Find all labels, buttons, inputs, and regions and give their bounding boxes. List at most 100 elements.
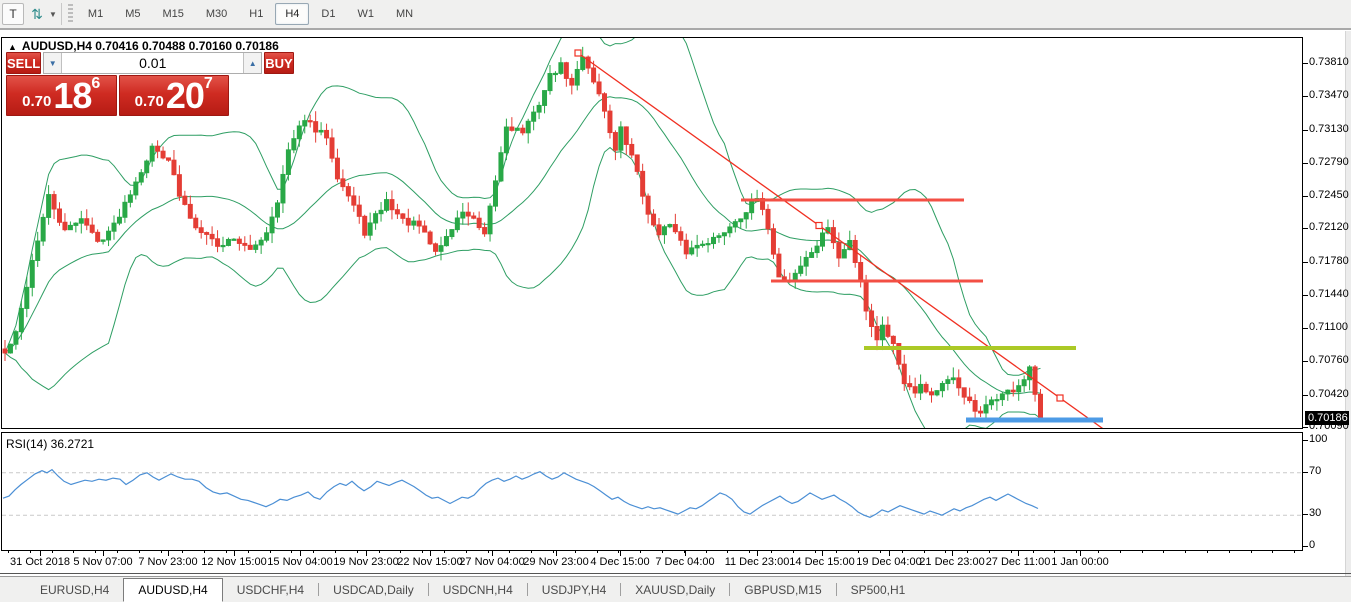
axis-tick (1011, 551, 1012, 553)
dropdown-caret-icon[interactable]: ▼ (49, 10, 57, 19)
axis-tick (1033, 551, 1034, 553)
axis-tick (335, 551, 336, 553)
tab-xauusd-daily[interactable]: XAUUSD,Daily (621, 577, 729, 602)
time-axis-label: 22 Nov 15:00 (397, 556, 463, 568)
axis-tick (488, 551, 489, 553)
time-axis-label: 4 Dec 15:00 (590, 556, 650, 568)
time-axis-label: 11 Dec 23:00 (724, 556, 790, 568)
timeframe-button-group: M1 M5 M15 M30 H1 H4 D1 W1 MN (77, 3, 424, 25)
axis-tick (989, 551, 990, 553)
axis-tick (1080, 551, 1081, 556)
axis-tick (161, 551, 162, 553)
window-right-edge (1345, 31, 1351, 602)
axis-tick (270, 551, 271, 553)
arrange-arrows-icon[interactable]: ⇅ (26, 3, 48, 25)
axis-tick (727, 551, 728, 553)
axis-tick (531, 551, 532, 553)
axis-tick (1303, 394, 1308, 396)
volume-increase-button[interactable]: ▲ (244, 53, 262, 73)
tab-usdchf-h4[interactable]: USDCHF,H4 (223, 577, 318, 602)
axis-tick (1120, 551, 1121, 553)
axis-tick (1163, 551, 1164, 553)
time-axis-label: 1 Jan 00:00 (1051, 556, 1109, 568)
sell-button[interactable]: SELL (6, 52, 42, 74)
axis-tick (1018, 551, 1019, 556)
axis-tick (95, 551, 96, 553)
rsi-value-label: RSI(14) 36.2721 (6, 437, 95, 451)
rsi-axis-label: 70 (1309, 464, 1322, 477)
axis-tick (771, 551, 772, 553)
axis-tick (1185, 551, 1186, 553)
axis-tick (815, 551, 816, 553)
axis-tick (226, 551, 227, 553)
timeframe-button-h1[interactable]: H1 (239, 3, 273, 25)
axis-tick (640, 551, 641, 553)
timeframe-button-w1[interactable]: W1 (347, 3, 384, 25)
tab-audusd-h4[interactable]: AUDUSD,H4 (123, 578, 223, 602)
tab-usdcnh-h4[interactable]: USDCNH,H4 (429, 577, 527, 602)
axis-tick (466, 551, 467, 553)
time-axis-label: 19 Nov 23:00 (333, 556, 399, 568)
rsi-indicator-pane[interactable] (1, 432, 1303, 551)
timeframe-button-m15[interactable]: M15 (152, 3, 193, 25)
collapse-panel-icon[interactable]: ▲ (8, 42, 17, 52)
timeframe-button-mn[interactable]: MN (386, 3, 423, 25)
time-axis-label: 12 Nov 15:00 (201, 556, 267, 568)
timeframe-button-m5[interactable]: M5 (115, 3, 150, 25)
axis-tick (509, 551, 510, 553)
volume-spinner: ▼ ▲ (43, 52, 263, 74)
timeframe-button-d1[interactable]: D1 (311, 3, 345, 25)
toolbar-grip[interactable] (67, 4, 73, 24)
price-axis-label: 0.73470 (1309, 89, 1349, 102)
tab-usdcad-daily[interactable]: USDCAD,Daily (319, 577, 428, 602)
buy-price-display[interactable]: 0.70 20 7 (118, 75, 229, 116)
axis-tick (444, 551, 445, 553)
axis-tick (117, 551, 118, 553)
axis-tick (1207, 551, 1208, 553)
axis-tick (204, 551, 205, 553)
axis-tick (1229, 551, 1230, 553)
timeframe-button-m1[interactable]: M1 (78, 3, 113, 25)
axis-tick (757, 551, 758, 556)
axis-tick (620, 551, 621, 556)
axis-tick (575, 551, 576, 553)
time-axis-label: 7 Nov 23:00 (138, 556, 198, 568)
text-tool-icon[interactable]: T (2, 3, 24, 25)
axis-tick (706, 551, 707, 553)
axis-tick (52, 551, 53, 553)
axis-tick (313, 551, 314, 553)
rsi-axis-label: 100 (1309, 433, 1328, 445)
time-axis-label: 27 Dec 11:00 (985, 556, 1051, 568)
timeframe-button-h4[interactable]: H4 (275, 3, 310, 25)
timeframe-button-m30[interactable]: M30 (196, 3, 237, 25)
axis-tick (234, 551, 235, 556)
sell-price-display[interactable]: 0.70 18 6 (6, 75, 117, 116)
volume-input[interactable] (61, 53, 245, 73)
axis-tick (858, 551, 859, 553)
volume-decrease-button[interactable]: ▼ (44, 53, 62, 73)
axis-tick (924, 551, 925, 553)
axis-tick (685, 551, 686, 556)
tab-eurusd-h4[interactable]: EURUSD,H4 (26, 577, 123, 602)
axis-tick (248, 551, 249, 553)
price-axis-label: 0.70760 (1309, 354, 1349, 367)
buy-button[interactable]: BUY (264, 52, 294, 74)
axis-tick (1303, 162, 1308, 164)
axis-tick (793, 551, 794, 553)
tab-sp500-h1[interactable]: SP500,H1 (837, 577, 920, 602)
axis-tick (1303, 546, 1308, 547)
tab-gbpusd-m15[interactable]: GBPUSD,M15 (730, 577, 835, 602)
axis-tick (1098, 551, 1099, 553)
price-axis-label: 0.72120 (1309, 221, 1349, 234)
axis-tick (8, 551, 9, 553)
axis-tick (40, 551, 41, 556)
sell-price-pip: 6 (91, 75, 101, 92)
axis-tick (618, 551, 619, 553)
tab-usdjpy-h4[interactable]: USDJPY,H4 (528, 577, 620, 602)
axis-tick (139, 551, 140, 553)
axis-tick (366, 551, 367, 556)
axis-tick (1303, 261, 1308, 263)
rsi-chart[interactable] (2, 433, 1302, 550)
axis-tick (1303, 294, 1308, 296)
axis-tick (836, 551, 837, 553)
